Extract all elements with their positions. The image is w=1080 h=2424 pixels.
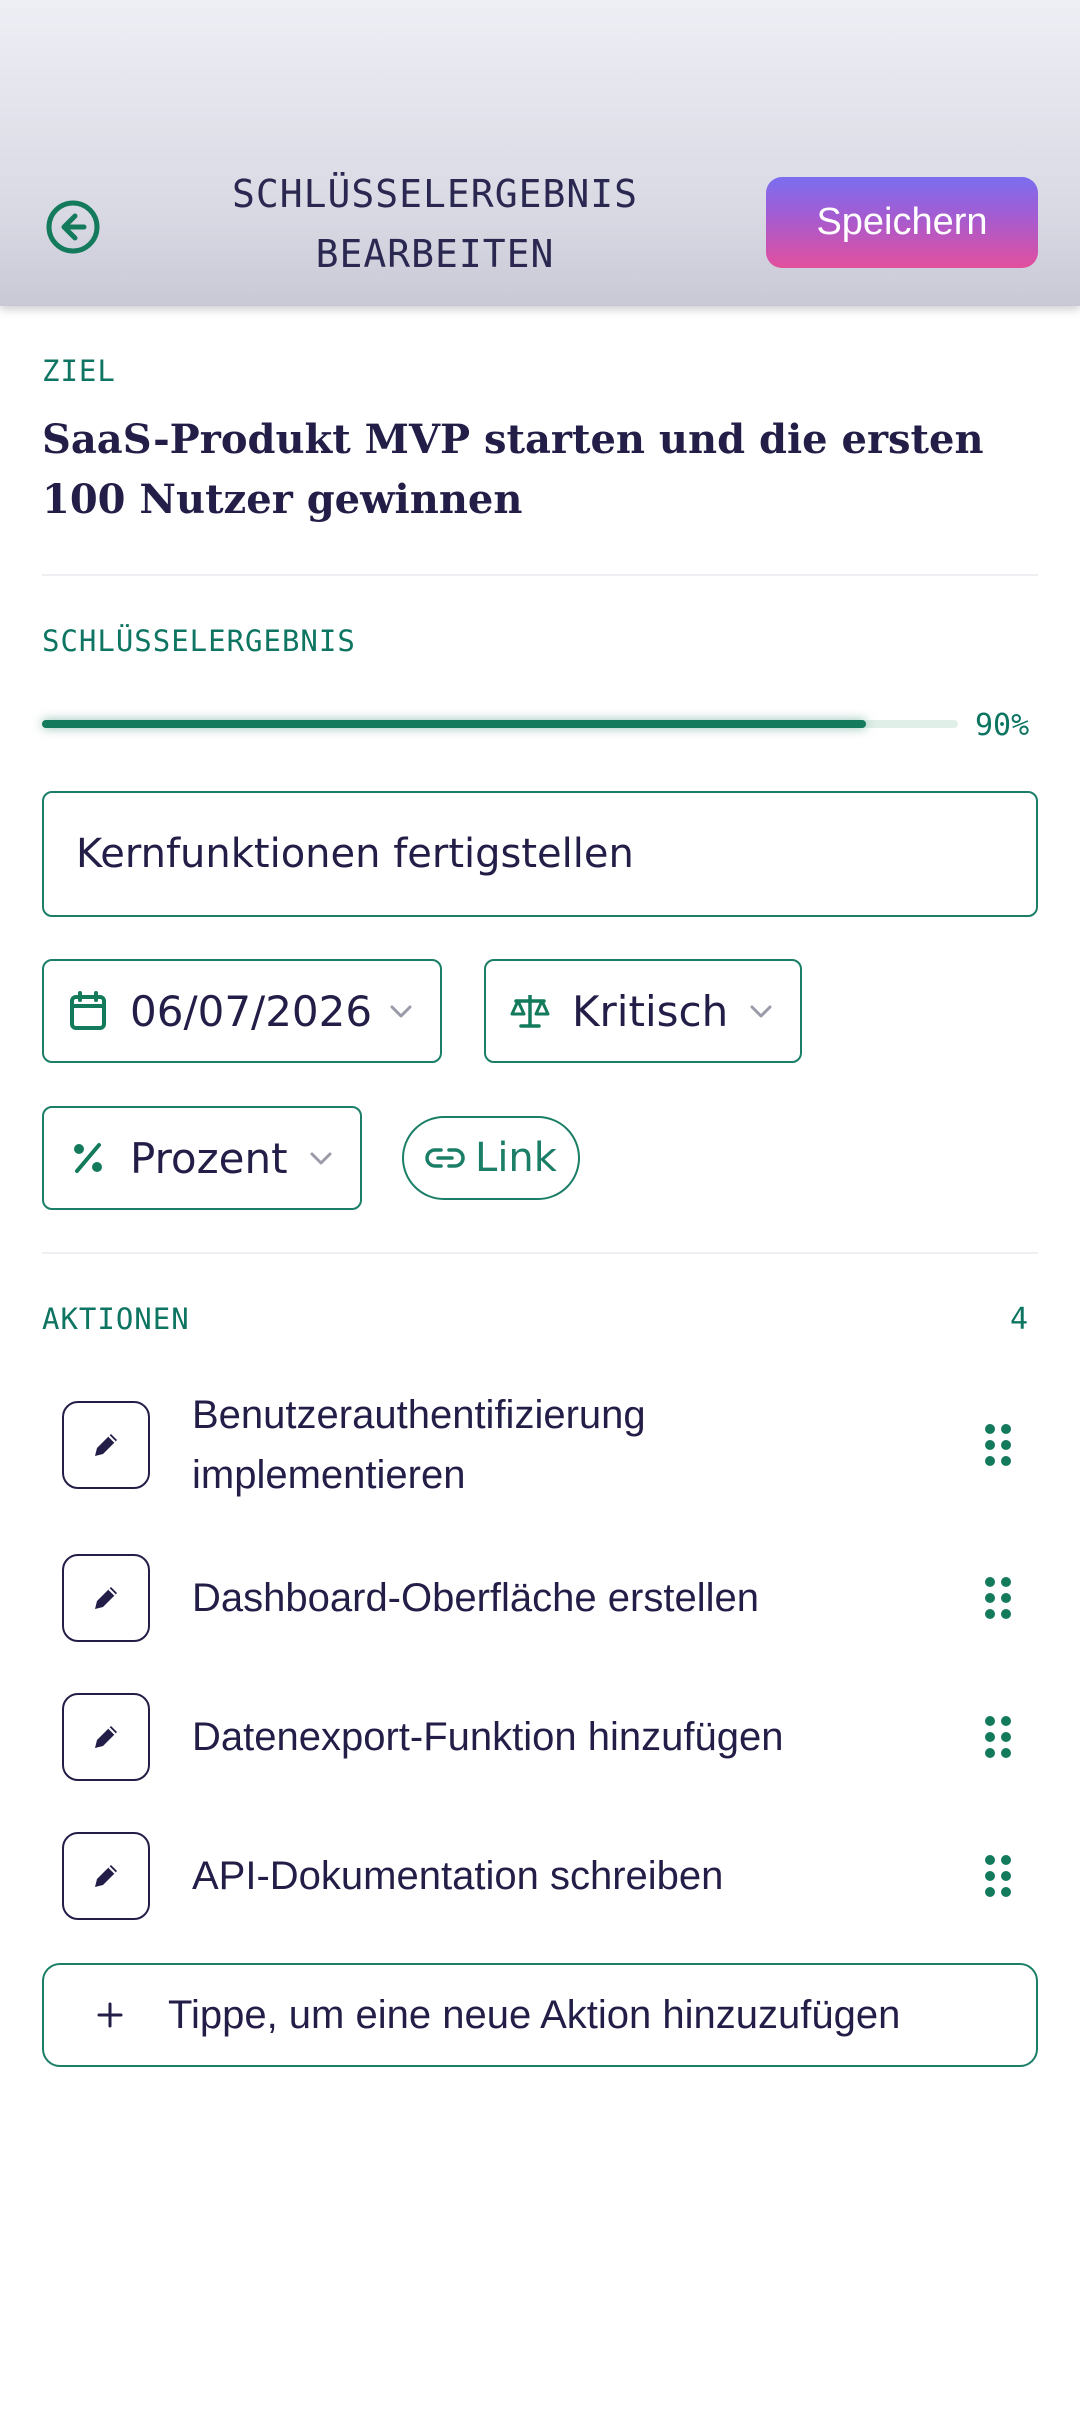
actions-count: 4 — [1010, 1302, 1029, 1337]
unit-select[interactable]: Prozent — [42, 1106, 362, 1210]
progress-percent: 90% — [975, 708, 1030, 743]
divider — [42, 574, 1038, 576]
link-icon — [425, 1148, 465, 1168]
edit-action-button[interactable] — [62, 1401, 150, 1489]
calendar-icon — [68, 991, 108, 1031]
pencil-icon — [95, 1434, 117, 1456]
priority-select[interactable]: Kritisch — [484, 959, 802, 1063]
chevron-down-icon — [386, 997, 416, 1027]
chevron-down-icon — [306, 1144, 336, 1174]
action-item: Dashboard-Oberfläche erstellen — [42, 1553, 1038, 1643]
page-title-line-1: SCHLÜSSELERGEBNIS — [232, 172, 638, 216]
key-result-title-value: Kernfunktionen fertigstellen — [76, 831, 634, 877]
add-action-placeholder: Tippe, um eine neue Aktion hinzuzufügen — [168, 1992, 901, 2037]
action-text: Benutzerauthentifizierung implementieren — [192, 1385, 952, 1505]
action-item: Datenexport-Funktion hinzufügen — [42, 1692, 1038, 1782]
action-text-line-2: implementieren — [192, 1453, 466, 1497]
percent-icon — [68, 1138, 108, 1178]
edit-action-button[interactable] — [62, 1554, 150, 1642]
edit-action-button[interactable] — [62, 1693, 150, 1781]
pencil-icon — [95, 1587, 117, 1609]
goal-title: SaaS-Produkt MVP starten und die ersten … — [42, 416, 984, 523]
chevron-down-icon — [746, 997, 776, 1027]
add-action-button[interactable]: Tippe, um eine neue Aktion hinzuzufügen — [42, 1963, 1038, 2067]
action-text-line-1: Benutzerauthentifizierung — [192, 1393, 646, 1437]
pencil-icon — [95, 1726, 117, 1748]
date-picker[interactable]: 06/07/2026 — [42, 959, 442, 1063]
drag-handle[interactable] — [978, 1712, 1018, 1762]
action-text: API-Dokumentation schreiben — [192, 1854, 724, 1898]
action-item: Benutzerauthentifizierung implementieren — [42, 1380, 1038, 1510]
drag-handle-icon — [985, 1855, 1011, 1897]
drag-handle-icon — [985, 1716, 1011, 1758]
key-result-label: SCHLÜSSELERGEBNIS — [42, 624, 356, 658]
action-item: API-Dokumentation schreiben — [42, 1831, 1038, 1921]
drag-handle-icon — [985, 1577, 1011, 1619]
app-header: SCHLÜSSELERGEBNIS BEARBEITEN Speichern — [0, 0, 1080, 306]
key-result-title-input[interactable]: Kernfunktionen fertigstellen — [42, 791, 1038, 917]
page-title-line-2: BEARBEITEN — [315, 232, 555, 276]
save-button[interactable]: Speichern — [766, 177, 1038, 268]
link-label: Link — [475, 1135, 557, 1181]
action-text: Datenexport-Funktion hinzufügen — [192, 1715, 784, 1759]
drag-handle[interactable] — [978, 1851, 1018, 1901]
back-arrow-circle-icon — [46, 200, 100, 254]
divider — [42, 1252, 1038, 1254]
drag-handle[interactable] — [978, 1420, 1018, 1470]
plus-icon — [90, 1995, 130, 2035]
scale-icon — [510, 991, 550, 1031]
actions-label: AKTIONEN — [42, 1302, 190, 1336]
progress-bar-fill — [42, 720, 867, 728]
action-text: Dashboard-Oberfläche erstellen — [192, 1576, 759, 1620]
priority-value: Kritisch — [572, 986, 729, 1036]
goal-label: ZIEL — [42, 354, 116, 388]
edit-action-button[interactable] — [62, 1832, 150, 1920]
link-button[interactable]: Link — [402, 1116, 580, 1200]
date-value: 06/07/2026 — [130, 986, 373, 1036]
progress-bar — [42, 720, 958, 728]
page-title: SCHLÜSSELERGEBNIS BEARBEITEN — [140, 164, 730, 284]
drag-handle[interactable] — [978, 1573, 1018, 1623]
unit-value: Prozent — [130, 1133, 288, 1183]
drag-handle-icon — [985, 1424, 1011, 1466]
pencil-icon — [95, 1865, 117, 1887]
back-button[interactable] — [42, 196, 104, 258]
